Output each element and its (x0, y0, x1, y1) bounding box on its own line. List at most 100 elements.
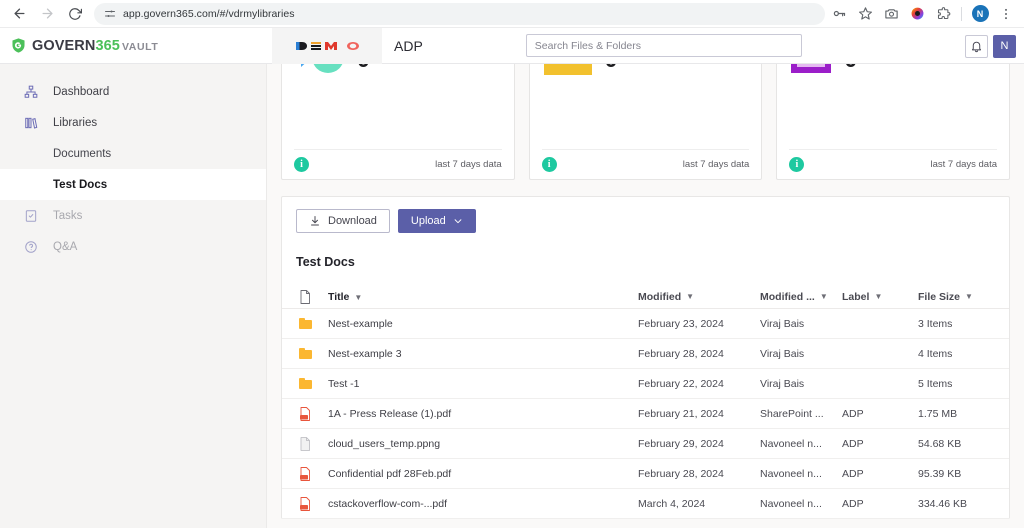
row-modified: March 4, 2024 (638, 497, 706, 510)
table-row[interactable]: Confidential pdf 28Feb.pdf February 28, … (282, 459, 1009, 489)
info-icon[interactable]: i (789, 157, 805, 172)
tenant-name: ADP (394, 37, 423, 54)
upload-button[interactable]: Upload (397, 209, 476, 233)
column-header-file-size-label: File Size (918, 290, 961, 303)
bookmark-star-icon[interactable] (853, 2, 877, 26)
brand-logo[interactable]: GOVERN365 VAULT (0, 37, 272, 54)
site-settings-icon[interactable] (104, 8, 116, 20)
column-header-title-label: Title (328, 290, 350, 303)
row-title[interactable]: Test -1 (328, 378, 638, 390)
table-row[interactable]: cstackoverflow-com-...pdf March 4, 2024 … (282, 489, 1009, 519)
download-button[interactable]: Download (296, 209, 390, 233)
summary-card-documents: 0 i last 7 days data (776, 64, 1011, 180)
row-title[interactable]: cloud_users_temp.ppng (328, 438, 638, 450)
header-actions: N (965, 28, 1016, 64)
chevron-down-icon: ▼ (686, 292, 695, 301)
row-modified-by: Navoneel n... (760, 497, 822, 510)
generic-file-icon (282, 436, 328, 451)
card-header: 0 (294, 64, 502, 85)
pdf-icon (282, 406, 328, 421)
password-key-icon[interactable] (827, 2, 851, 26)
row-title[interactable]: 1A - Press Release (1).pdf (328, 408, 638, 420)
column-header-modified[interactable]: Modified ▼ (638, 291, 760, 303)
column-header-title[interactable]: Title ▼ (328, 291, 638, 303)
file-icon (282, 289, 328, 304)
summary-card-chats: 0 i last 7 days data (281, 64, 515, 180)
color-extension-icon[interactable] (905, 2, 929, 26)
row-label: ADP (842, 497, 864, 510)
search-input[interactable] (525, 34, 802, 57)
chevron-down-icon: ▼ (819, 292, 828, 301)
card-footer-text: last 7 days data (930, 159, 998, 170)
row-modified-by: SharePoint ... (760, 407, 824, 420)
sidebar-item-qa[interactable]: Q&A (0, 231, 266, 262)
table-row[interactable]: 1A - Press Release (1).pdf February 21, … (282, 399, 1009, 429)
row-modified: February 22, 2024 (638, 377, 724, 390)
sidebar-item-label: Libraries (53, 116, 98, 129)
sidebar-item-dashboard[interactable]: Dashboard (0, 76, 266, 107)
forward-button[interactable] (34, 1, 60, 27)
card-footer: i last 7 days data (294, 149, 502, 179)
sidebar-item-documents[interactable]: Documents (0, 138, 266, 169)
card-footer: i last 7 days data (789, 149, 998, 179)
column-header-label[interactable]: Label ▼ (842, 291, 918, 303)
summary-card-emails: 0 i last 7 days data (528, 64, 763, 180)
main-content: 0 i last 7 days data 0 (267, 64, 1024, 528)
row-modified-by: Navoneel n... (760, 467, 822, 480)
sidebar-item-libraries[interactable]: Libraries (0, 107, 266, 138)
envelope-icon (542, 64, 594, 77)
row-label: ADP (842, 467, 864, 480)
row-label: ADP (842, 407, 864, 420)
shield-logo-icon (10, 37, 27, 54)
table-row[interactable]: Nest-example February 23, 2024 Viraj Bai… (282, 309, 1009, 339)
back-button[interactable] (6, 1, 32, 27)
dashboard-hierarchy-icon (22, 83, 39, 100)
extensions-puzzle-icon[interactable] (931, 2, 955, 26)
toolbar-divider (961, 6, 962, 21)
table-row[interactable]: Test -1 February 22, 2024 Viraj Bais 5 I… (282, 369, 1009, 399)
column-header-modified-by[interactable]: Modified ... ▼ (760, 291, 842, 303)
brand-text: GOVERN365 VAULT (32, 38, 158, 54)
search-wrapper (525, 34, 802, 57)
browser-toolbar: app.govern365.com/#/vdrmylibraries N (0, 0, 1024, 28)
documents-panel: Download Upload Test Docs Title ▼ Modifi… (281, 196, 1010, 519)
overflow-menu-icon[interactable] (994, 2, 1018, 26)
row-modified-by: Navoneel n... (760, 437, 822, 450)
chat-clock-icon (294, 64, 346, 81)
row-modified: February 21, 2024 (638, 407, 724, 420)
card-header: 0 (789, 64, 997, 85)
table-row[interactable]: cloud_users_temp.ppng February 29, 2024 … (282, 429, 1009, 459)
sidebar-item-test-docs[interactable]: Test Docs (0, 169, 266, 200)
row-modified-by: Viraj Bais (760, 377, 805, 390)
tenant-logo (272, 27, 382, 64)
card-footer-text: last 7 days data (682, 159, 750, 170)
row-file-size: 1.75 MB (918, 407, 958, 420)
pdf-icon (282, 466, 328, 481)
row-file-size: 5 Items (918, 377, 953, 390)
download-icon (309, 215, 321, 227)
row-title[interactable]: cstackoverflow-com-...pdf (328, 498, 638, 510)
sidebar-item-tasks[interactable]: Tasks (0, 200, 266, 231)
pdf-icon (282, 496, 328, 511)
info-icon[interactable]: i (541, 157, 557, 172)
brand-part1: GOVERN (32, 37, 96, 54)
table-row[interactable]: Nest-example 3 February 28, 2024 Viraj B… (282, 339, 1009, 369)
profile-avatar[interactable]: N (968, 2, 992, 26)
sidebar-item-label: Tasks (53, 209, 83, 222)
row-title[interactable]: Nest-example 3 (328, 348, 638, 360)
app-header: GOVERN365VAULT ADP N (0, 27, 1024, 64)
tasks-clipboard-icon (22, 207, 39, 224)
user-avatar[interactable]: N (993, 34, 1016, 58)
row-title[interactable]: Nest-example (328, 318, 638, 330)
camera-icon[interactable] (879, 2, 903, 26)
notifications-button[interactable] (965, 34, 988, 58)
card-value: 0 (844, 64, 857, 73)
address-bar[interactable]: app.govern365.com/#/vdrmylibraries (94, 2, 825, 25)
column-header-file-size[interactable]: File Size ▼ (918, 291, 1002, 303)
documents-table: Title ▼ Modified ▼ Modified ... ▼ Label ▼ Fi… (282, 285, 1009, 519)
reload-button[interactable] (62, 1, 88, 27)
documents-toolbar: Download Upload (282, 209, 1009, 233)
page-body: Dashboard Libraries Documents Test Docs … (0, 64, 1024, 528)
row-title[interactable]: Confidential pdf 28Feb.pdf (328, 468, 638, 480)
info-icon[interactable]: i (294, 157, 309, 172)
